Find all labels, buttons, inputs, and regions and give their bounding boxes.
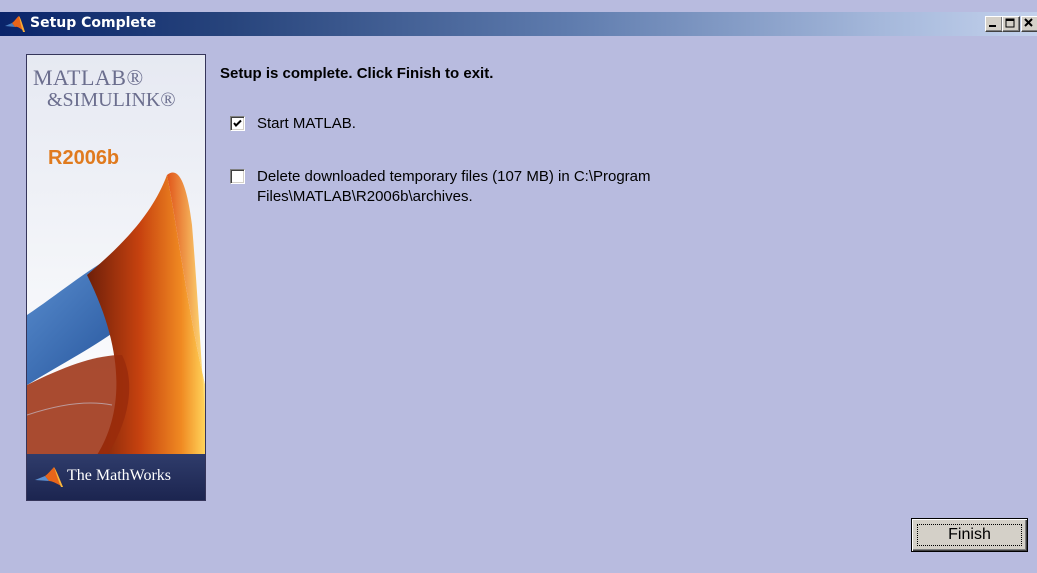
window-title: Setup Complete bbox=[30, 15, 157, 31]
maximize-button[interactable] bbox=[1002, 16, 1020, 32]
finish-button[interactable]: Finish bbox=[911, 518, 1028, 552]
delete-temp-files-label[interactable]: Delete downloaded temporary files (107 M… bbox=[257, 167, 797, 207]
product-banner: MATLAB® &SIMULINK® R2006b The MathWorks bbox=[26, 54, 206, 501]
release-label: R2006b bbox=[48, 147, 120, 169]
delete-temp-files-option[interactable]: Delete downloaded temporary files (107 M… bbox=[230, 168, 790, 211]
start-matlab-label[interactable]: Start MATLAB. bbox=[257, 114, 356, 134]
close-icon bbox=[1024, 18, 1033, 27]
vendor-bar: The MathWorks bbox=[27, 454, 205, 500]
finish-button-label: Finish bbox=[917, 524, 1022, 546]
checkmark-icon bbox=[233, 119, 242, 127]
title-bar[interactable]: Setup Complete bbox=[0, 12, 1037, 36]
minimize-icon bbox=[989, 25, 996, 27]
product-name-simulink: &SIMULINK® bbox=[47, 89, 176, 111]
setup-complete-window: Setup Complete MATLAB® &SIMULINK® R2006b… bbox=[0, 0, 1037, 573]
matlab-membrane-logo bbox=[27, 55, 205, 455]
product-name-matlab: MATLAB® bbox=[33, 65, 144, 90]
start-matlab-option[interactable]: Start MATLAB. bbox=[230, 114, 590, 134]
vendor-name: The MathWorks bbox=[67, 467, 172, 484]
mathworks-logo-icon bbox=[35, 467, 63, 487]
start-matlab-checkbox[interactable] bbox=[230, 116, 245, 131]
maximize-icon bbox=[1005, 18, 1015, 28]
close-button[interactable] bbox=[1021, 16, 1037, 32]
completion-message: Setup is complete. Click Finish to exit. bbox=[220, 65, 494, 82]
matlab-membrane-icon bbox=[5, 16, 25, 32]
delete-temp-files-checkbox[interactable] bbox=[230, 169, 245, 184]
minimize-button[interactable] bbox=[985, 16, 1003, 32]
